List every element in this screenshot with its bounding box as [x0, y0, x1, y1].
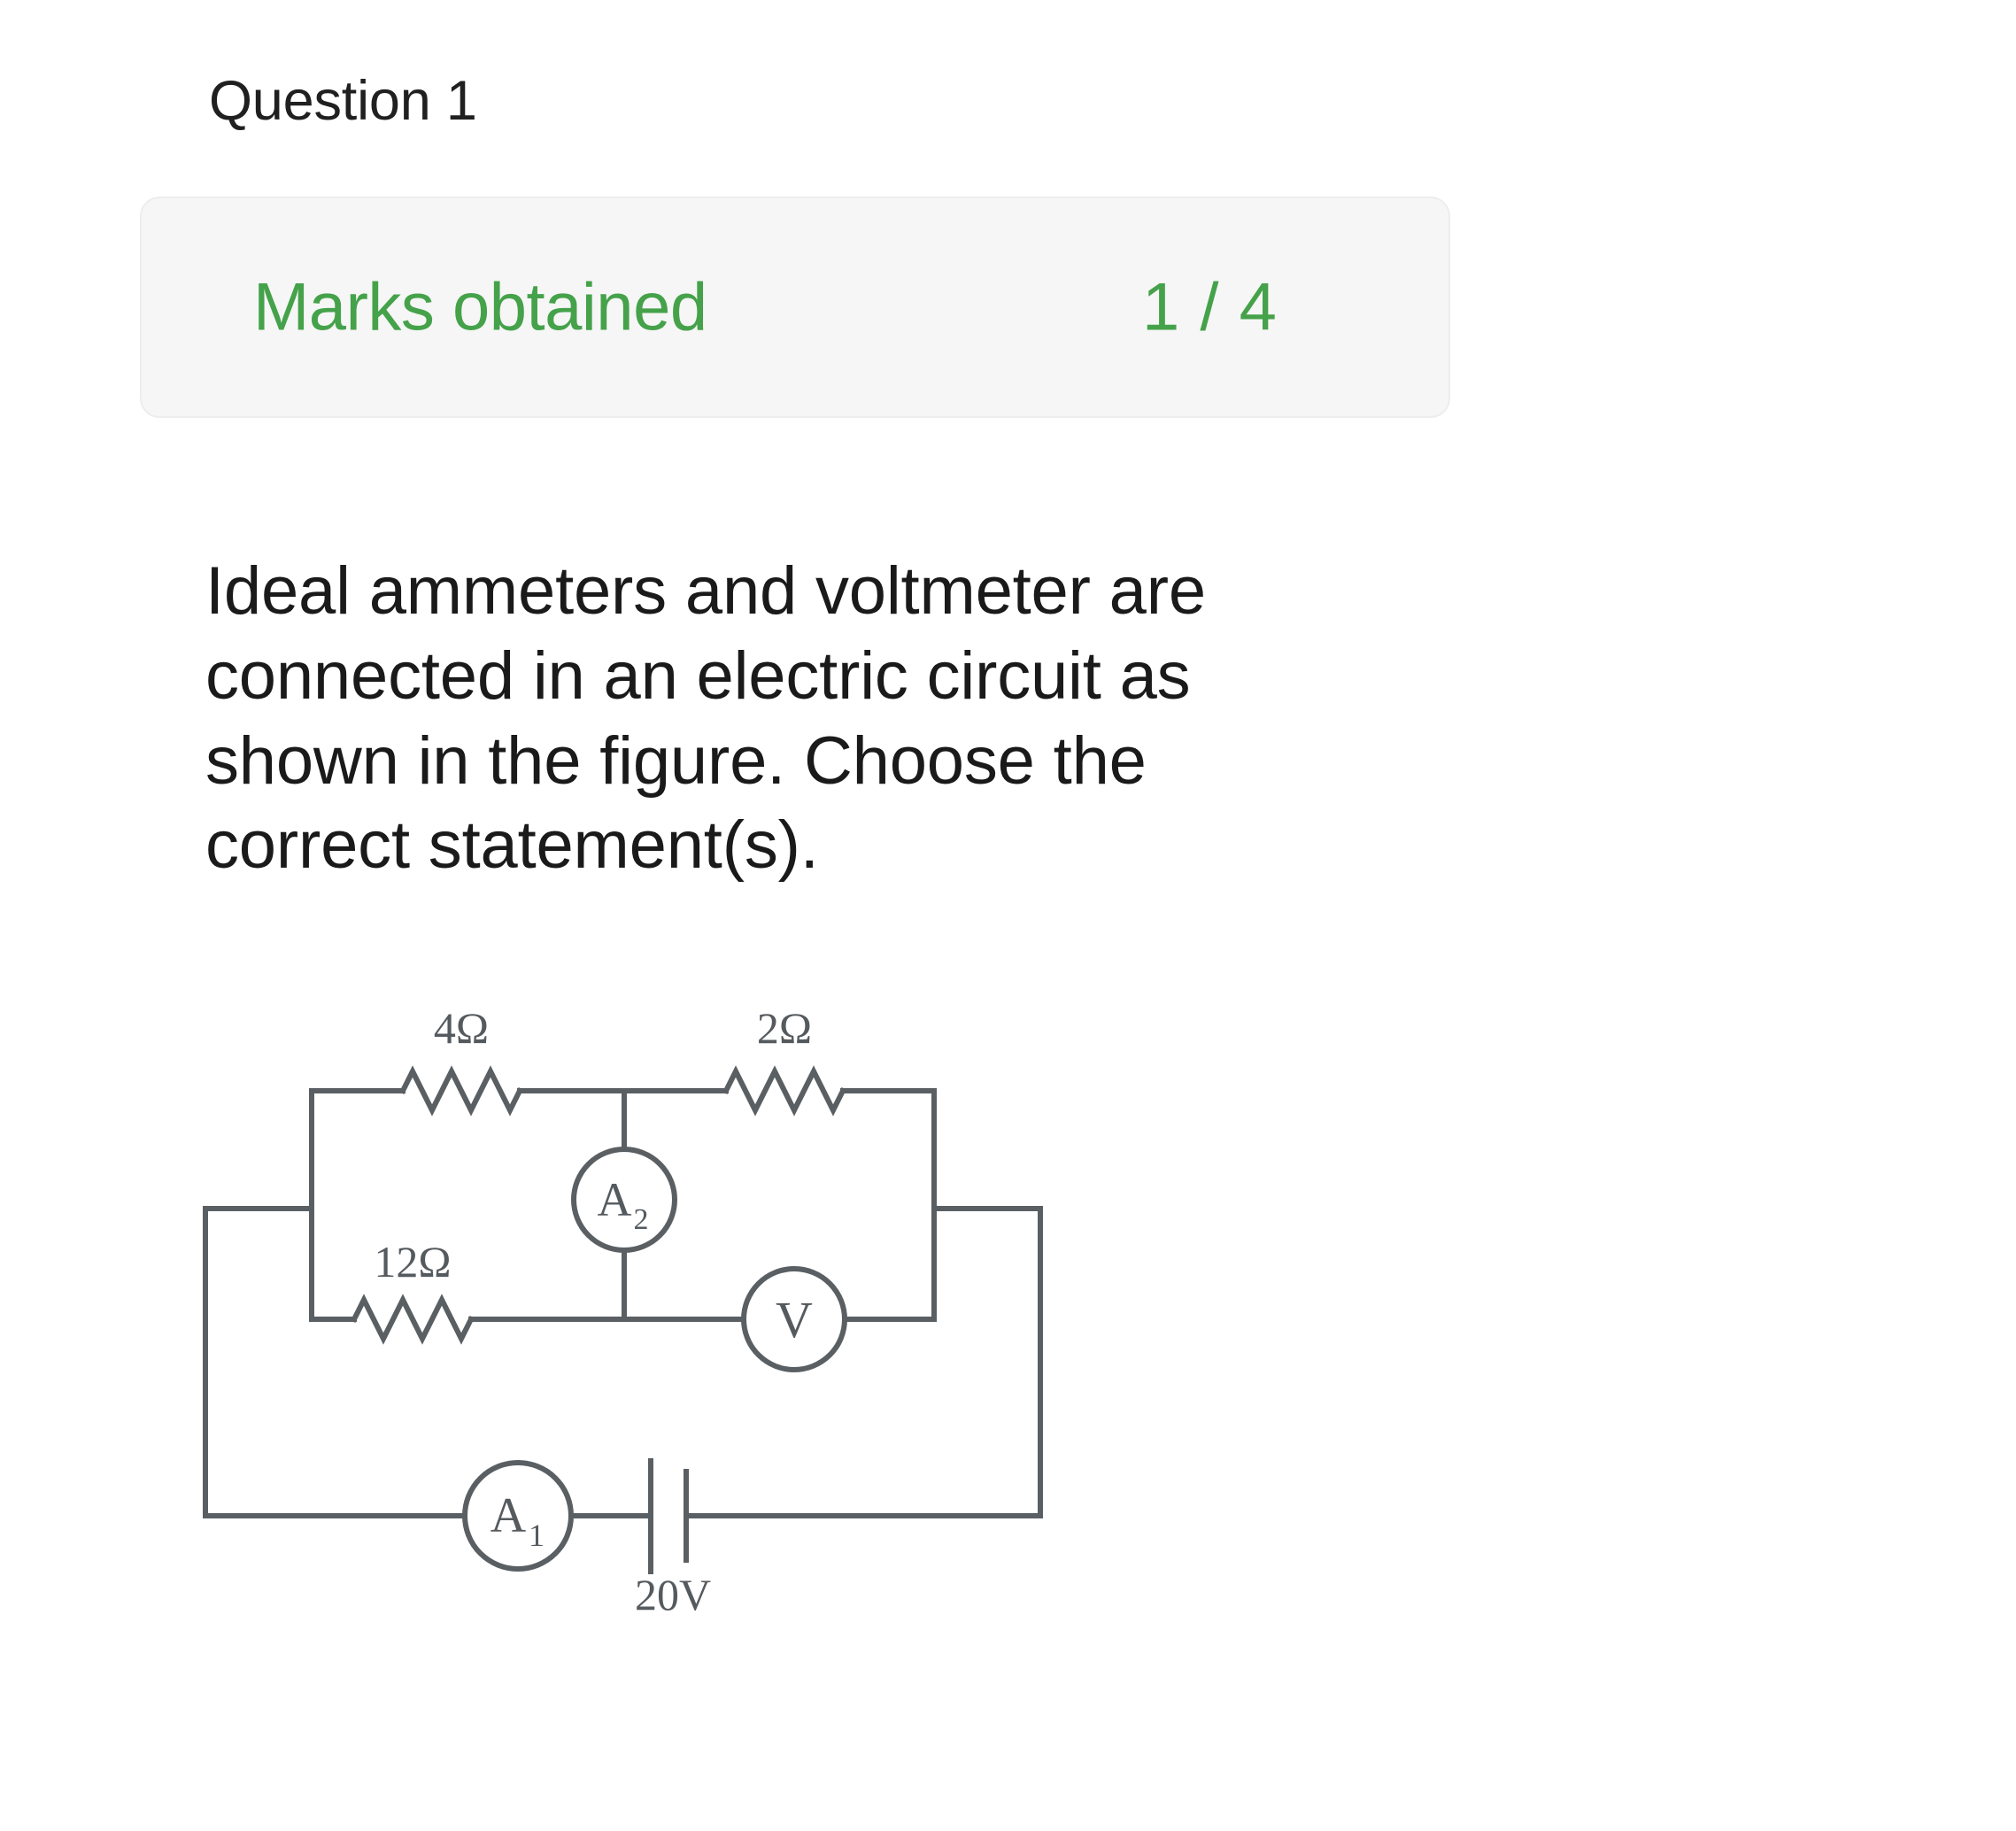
- question-text-line-4: correct statement(s).: [205, 807, 819, 884]
- battery-20v-label: 20V: [635, 1570, 711, 1619]
- question-text-line-2: connected in an electric circuit as: [205, 637, 1191, 714]
- resistor-12-ohm-symbol: [350, 1294, 475, 1345]
- page-root: Question 1 Marks obtained 1 / 4 Ideal am…: [0, 0, 2016, 1831]
- voltmeter-label: V: [776, 1291, 813, 1348]
- resistor-4-ohm-symbol: [398, 1065, 524, 1116]
- resistor-4-ohm-label: 4Ω: [434, 1003, 489, 1053]
- question-text-line-1: Ideal ammeters and voltmeter are: [205, 553, 1206, 629]
- ammeter-a2-label: A: [598, 1173, 632, 1226]
- resistor-12-ohm-label: 12Ω: [374, 1237, 451, 1286]
- resistor-2-ohm-symbol: [722, 1065, 847, 1116]
- question-text: Ideal ammeters and voltmeter are connect…: [205, 549, 1843, 888]
- resistor-2-ohm-label: 2Ω: [757, 1003, 812, 1053]
- marks-obtained-label: Marks obtained: [253, 269, 707, 345]
- marks-obtained-score: 1 / 4: [1142, 269, 1278, 345]
- page-title: Question 1: [209, 70, 477, 132]
- circuit-diagram-svg: 4Ω 2Ω 12Ω 20V A 2 A 1 V: [203, 1003, 1043, 1619]
- ammeter-a2-subscript: 2: [634, 1203, 649, 1236]
- ammeter-a1-label: A: [490, 1488, 527, 1543]
- question-text-line-3: shown in the figure. Choose the: [205, 722, 1147, 799]
- marks-obtained-card: Marks obtained 1 / 4: [140, 197, 1450, 418]
- circuit-diagram-figure: 4Ω 2Ω 12Ω 20V A 2 A 1 V: [177, 1000, 1107, 1673]
- ammeter-a1-subscript: 1: [529, 1518, 545, 1553]
